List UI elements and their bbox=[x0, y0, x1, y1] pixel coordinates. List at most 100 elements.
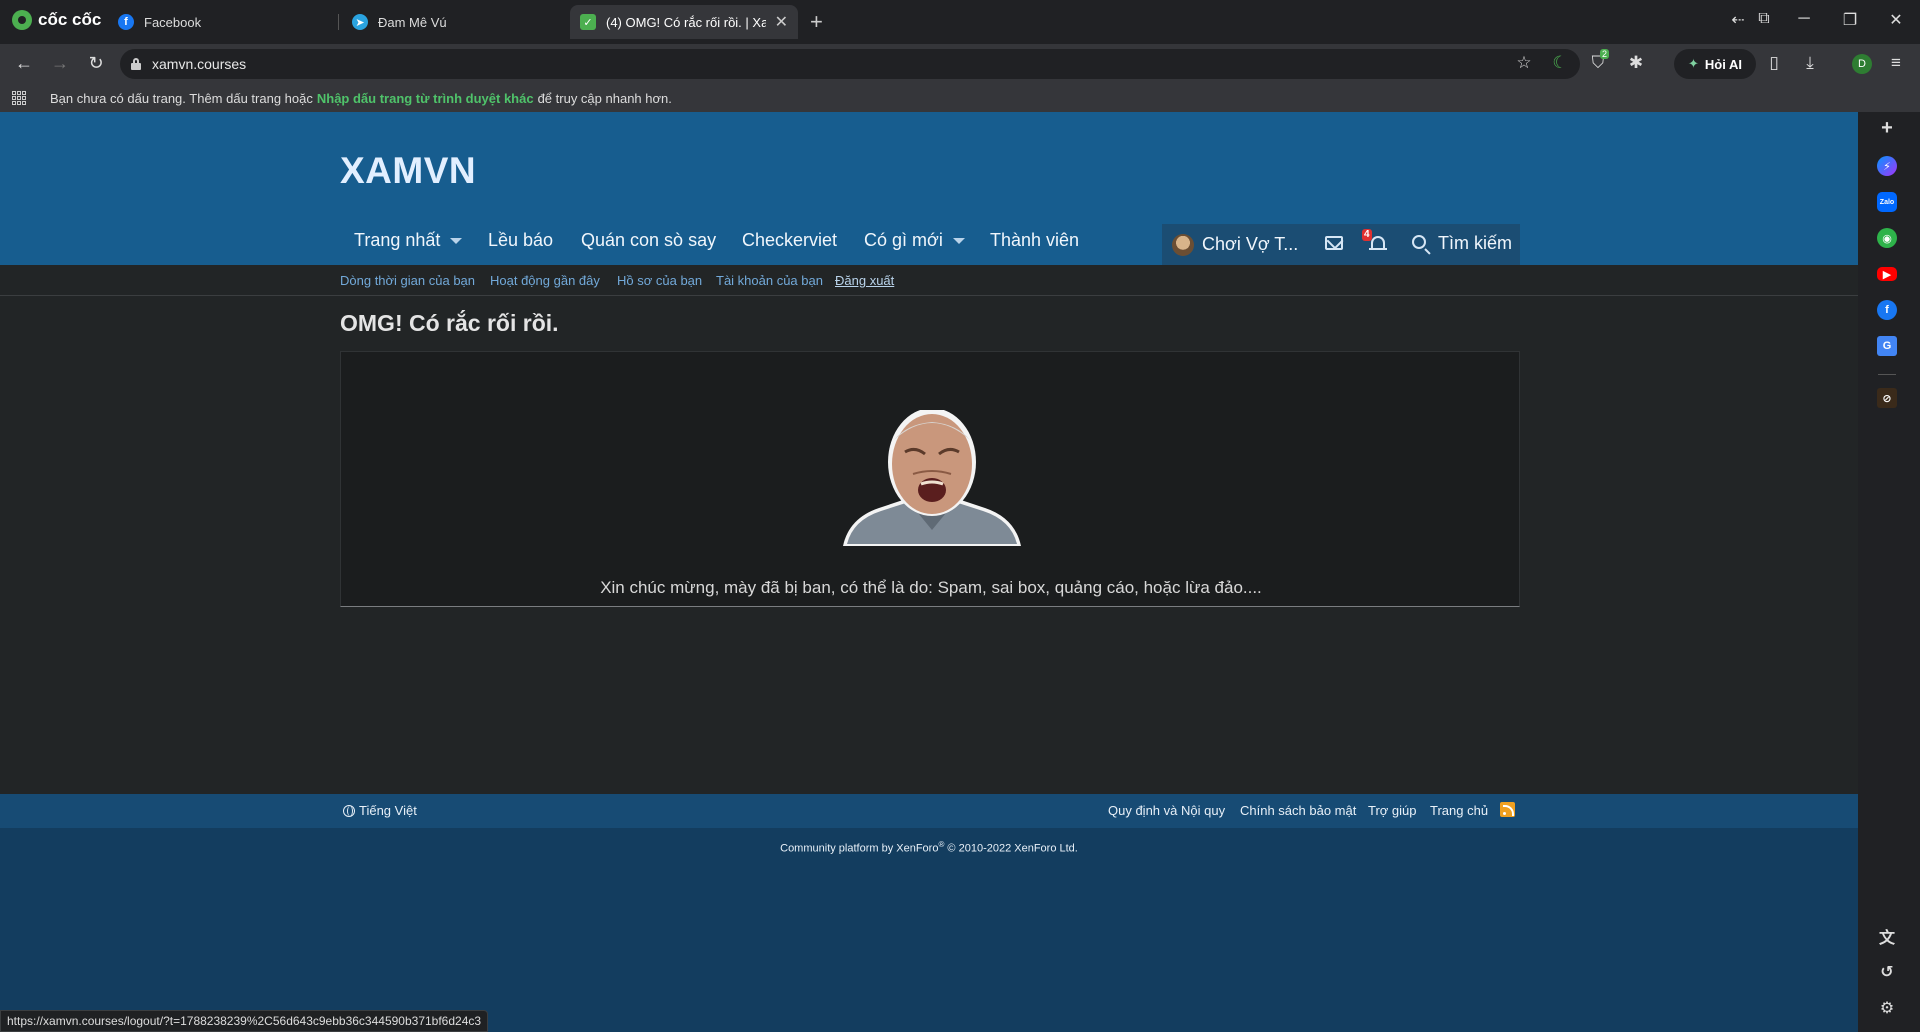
nav-label: Lều báo bbox=[488, 230, 554, 250]
game-icon[interactable]: ◉ bbox=[1877, 228, 1897, 248]
bookmark-bar-text: Bạn chưa có dấu trang. Thêm dấu trang ho… bbox=[50, 90, 313, 106]
bookmark-bar: Bạn chưa có dấu trang. Thêm dấu trang ho… bbox=[0, 84, 1920, 112]
facebook-icon: f bbox=[118, 14, 134, 30]
site-footer: Tiếng Việt Quy định và Nội quy Chính sác… bbox=[0, 794, 1858, 1032]
page-scrollbar[interactable] bbox=[1858, 112, 1870, 1032]
adblock-shield-icon[interactable]: ⛉ 2 bbox=[1586, 49, 1610, 73]
copyright-text: Community platform by XenForo® © 2010-20… bbox=[0, 840, 1858, 855]
telegram-icon: ➤ bbox=[352, 14, 368, 30]
user-nav-group: Chơi Vợ T... 4 Tìm kiếm bbox=[1162, 224, 1520, 265]
sparkle-icon: ✦ bbox=[1688, 56, 1699, 71]
settings-gear-icon[interactable]: ⚙ bbox=[1877, 998, 1897, 1018]
chevron-down-icon[interactable] bbox=[450, 237, 463, 244]
page-viewport: XAMVN Trang nhất Lều báo Quán con sò say… bbox=[0, 112, 1858, 1032]
nav-quan-con-so-say[interactable]: Quán con sò say bbox=[581, 230, 716, 251]
footer-link-help[interactable]: Trợ giúp bbox=[1368, 803, 1417, 818]
apps-grid-icon[interactable] bbox=[12, 91, 26, 105]
language-label: Tiếng Việt bbox=[359, 803, 417, 818]
bookmark-star-icon[interactable]: ☆ bbox=[1512, 53, 1536, 73]
close-tab-icon[interactable]: ✕ bbox=[767, 12, 788, 32]
rss-icon[interactable] bbox=[1500, 802, 1515, 817]
split-view-icon[interactable]: ▯ bbox=[1762, 53, 1786, 73]
tab-dam-me-vu[interactable]: ➤ Đam Mê Vú bbox=[342, 5, 562, 39]
ban-message: Xin chúc mừng, mày đã bị ban, có thể là … bbox=[600, 578, 1262, 597]
language-chooser[interactable]: Tiếng Việt bbox=[343, 803, 417, 818]
extension-badge: 2 bbox=[1600, 49, 1610, 59]
coccoc-logo-icon bbox=[12, 10, 32, 30]
tab-search-icon[interactable]: ⇠ bbox=[1726, 10, 1750, 30]
dark-mode-moon-icon[interactable]: ☾ bbox=[1548, 53, 1572, 73]
new-tab-icon[interactable]: + bbox=[810, 9, 823, 35]
hoi-ai-label: Hỏi AI bbox=[1704, 56, 1742, 72]
menu-hamburger-icon[interactable]: ≡ bbox=[1884, 53, 1908, 73]
footer-link-privacy[interactable]: Chính sách bảo mật bbox=[1240, 803, 1356, 818]
nav-label: Có gì mới bbox=[864, 230, 943, 250]
forward-icon[interactable]: → bbox=[48, 53, 72, 74]
footer-link-rules[interactable]: Quy định và Nội quy bbox=[1108, 803, 1225, 818]
address-bar[interactable]: xamvn.courses bbox=[120, 49, 1580, 79]
zalo-icon[interactable]: Zalo bbox=[1877, 192, 1897, 212]
custom-app-icon[interactable]: ⊘ bbox=[1877, 388, 1897, 408]
lock-icon[interactable] bbox=[130, 58, 142, 70]
extensions-puzzle-icon[interactable]: ✱ bbox=[1624, 53, 1648, 73]
screenshot-icon[interactable]: ⧉ bbox=[1752, 10, 1776, 28]
link-status-bar: https://xamvn.courses/logout/?t=17882382… bbox=[0, 1010, 489, 1032]
subnav-logout[interactable]: Đăng xuất bbox=[835, 273, 894, 288]
nav-label: Thành viên bbox=[990, 230, 1080, 250]
reload-icon[interactable]: ↻ bbox=[84, 53, 108, 74]
minimize-icon[interactable]: ─ bbox=[1792, 10, 1816, 28]
profile-avatar[interactable]: D bbox=[1852, 54, 1872, 74]
subnav-your-account[interactable]: Tài khoản của bạn bbox=[716, 273, 823, 288]
subnav-recent-activity[interactable]: Hoạt động gần đây bbox=[490, 273, 600, 288]
page-title: OMG! Có rắc rối rồi. bbox=[340, 310, 559, 336]
site-logo[interactable]: XAMVN bbox=[340, 150, 476, 192]
globe-icon bbox=[343, 804, 355, 817]
nav-leu-bao[interactable]: Lều báo bbox=[488, 230, 553, 251]
restore-icon[interactable]: ❐ bbox=[1838, 10, 1862, 30]
nav-co-gi-moi[interactable]: Có gì mới bbox=[864, 230, 965, 251]
chevron-down-icon[interactable] bbox=[952, 237, 965, 244]
alerts-badge: 4 bbox=[1362, 229, 1372, 241]
add-panel-icon[interactable]: + bbox=[1877, 117, 1897, 139]
checkmark-favicon-icon: ✓ bbox=[580, 14, 596, 30]
user-avatar[interactable] bbox=[1172, 233, 1194, 256]
nav-thanh-vien[interactable]: Thành viên bbox=[990, 230, 1079, 251]
tab-xamvn-active[interactable]: ✓ (4) OMG! Có rắc rối rồi. | Xa ✕ bbox=[570, 5, 798, 39]
browser-brand-label: cốc cốc bbox=[38, 10, 102, 29]
bell-icon[interactable] bbox=[1369, 234, 1387, 252]
browser-brand[interactable]: cốc cốc bbox=[12, 10, 101, 30]
close-window-icon[interactable]: ✕ bbox=[1884, 10, 1908, 30]
bookmark-bar-text-after: để truy cập nhanh hơn. bbox=[537, 90, 672, 106]
search-button-label[interactable]: Tìm kiếm bbox=[1438, 233, 1512, 254]
translate-icon[interactable]: 文 bbox=[1877, 926, 1897, 947]
mail-icon[interactable] bbox=[1325, 236, 1343, 250]
tab-title: Facebook bbox=[144, 14, 202, 30]
subnav-your-profile[interactable]: Hồ sơ của bạn bbox=[617, 273, 702, 288]
nav-trang-nhat[interactable]: Trang nhất bbox=[354, 230, 463, 251]
footer-link-home[interactable]: Trang chủ bbox=[1430, 803, 1488, 818]
search-icon[interactable] bbox=[1412, 235, 1426, 249]
back-icon[interactable]: ← bbox=[12, 53, 36, 74]
tab-separator bbox=[338, 14, 339, 30]
facebook-side-icon[interactable]: f bbox=[1877, 300, 1897, 320]
import-bookmarks-link[interactable]: Nhập dấu trang từ trình duyệt khác bbox=[317, 91, 534, 106]
browser-tab-bar: cốc cốc f Facebook ➤ Đam Mê Vú ✓ (4) OMG… bbox=[0, 0, 1920, 44]
site-header: XAMVN Trang nhất Lều báo Quán con sò say… bbox=[0, 112, 1858, 265]
download-icon[interactable]: ⤓ bbox=[1798, 53, 1822, 73]
browser-toolbar: ← → ↻ xamvn.courses ☆ ☾ ⛉ 2 ✱ ✦ Hỏi AI ▯ … bbox=[0, 44, 1920, 84]
tab-title: (4) OMG! Có rắc rối rồi. | Xa bbox=[606, 14, 766, 30]
nav-checkerviet[interactable]: Checkerviet bbox=[742, 230, 837, 251]
copyright-suffix: © 2010-2022 XenForo Ltd. bbox=[944, 842, 1078, 855]
nav-label: Quán con sò say bbox=[581, 230, 717, 250]
hoi-ai-button[interactable]: ✦ Hỏi AI bbox=[1674, 49, 1756, 79]
translate-side-icon[interactable]: G bbox=[1877, 336, 1897, 356]
ban-notice-block: Xin chúc mừng, mày đã bị ban, có thể là … bbox=[340, 351, 1520, 607]
copyright-prefix[interactable]: Community platform by XenForo bbox=[780, 843, 938, 855]
messenger-icon[interactable]: ⚡ bbox=[1877, 156, 1897, 176]
subnav-timeline[interactable]: Dòng thời gian của bạn bbox=[340, 273, 475, 288]
history-icon[interactable]: ↺ bbox=[1877, 962, 1897, 982]
tab-facebook[interactable]: f Facebook bbox=[108, 5, 328, 39]
user-name-link[interactable]: Chơi Vợ T... bbox=[1202, 234, 1298, 255]
youtube-icon[interactable]: ▶ bbox=[1877, 267, 1897, 281]
url-text: xamvn.courses bbox=[152, 56, 247, 72]
